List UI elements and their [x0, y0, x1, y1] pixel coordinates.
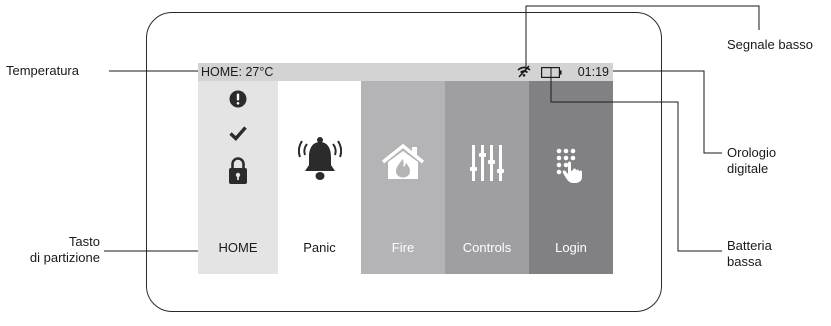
callout-temperatura: Temperatura [6, 63, 79, 78]
callout-orologio-line1: Orologio [727, 145, 777, 160]
house-fire-icon [381, 144, 425, 179]
callout-batteria-line2: bassa [727, 254, 762, 269]
bell-alarm-icon [297, 137, 342, 180]
tile-login[interactable]: Login [529, 81, 613, 274]
tile-fire[interactable]: Fire [361, 81, 445, 274]
touch-screen: HOME: 27°C 01:19 HOME Panic Fire Control… [198, 63, 613, 274]
tile-controls[interactable]: Controls [445, 81, 529, 274]
signal-weak-icon [517, 65, 531, 78]
check-icon [229, 126, 247, 141]
tile-controls-label: Controls [462, 240, 512, 255]
keypad-touch-icon [556, 148, 582, 183]
alert-icon [229, 90, 247, 108]
sliders-icon [470, 145, 504, 181]
tile-fire-label: Fire [391, 240, 415, 255]
callout-tasto-line1: Tasto [68, 234, 100, 249]
callout-tasto-line2: di partizione [29, 250, 100, 265]
callout-segnale-basso: Segnale basso [727, 37, 814, 52]
lock-icon [229, 157, 247, 184]
tile-login-label: Login [555, 240, 587, 255]
tile-panic-label: Panic [303, 240, 336, 255]
home-temperature-text: HOME: 27°C [201, 65, 274, 79]
callout-batteria-line1: Batteria [727, 238, 772, 253]
tile-home-label: HOME [218, 240, 258, 255]
tile-home-partition[interactable]: HOME [198, 81, 278, 274]
digital-clock: 01:19 [577, 65, 609, 79]
battery-low-icon [541, 67, 562, 78]
status-bar: HOME: 27°C 01:19 [198, 63, 613, 81]
callout-orologio-line2: digitale [727, 161, 769, 176]
tile-panic[interactable]: Panic [278, 81, 361, 274]
